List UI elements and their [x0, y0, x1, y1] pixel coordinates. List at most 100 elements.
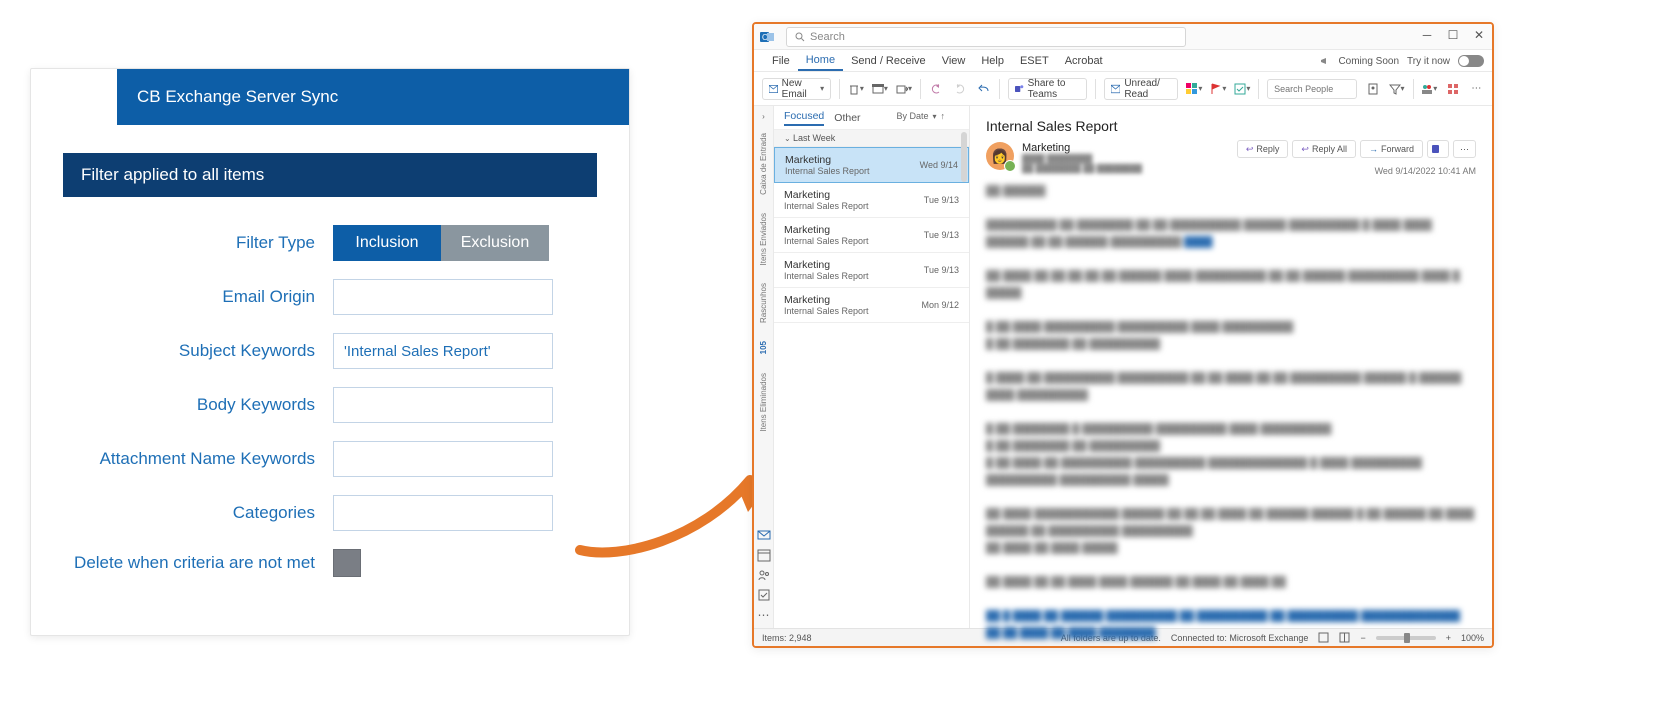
close-button[interactable]: ✕: [1472, 28, 1486, 42]
apps-icon[interactable]: [1445, 79, 1460, 99]
tab-focused[interactable]: Focused: [784, 110, 824, 126]
message-date: Tue 9/13: [924, 230, 959, 240]
menu-home[interactable]: Home: [798, 51, 843, 71]
search-bar[interactable]: Search: [786, 27, 1186, 47]
maximize-button[interactable]: ☐: [1446, 28, 1460, 42]
filter-type-toggle: Inclusion Exclusion: [333, 225, 549, 261]
move-icon[interactable]: ▾: [896, 79, 912, 99]
minimize-button[interactable]: ─: [1420, 28, 1434, 42]
menu-eset[interactable]: ESET: [1012, 52, 1057, 70]
forward-button[interactable]: →Forward: [1360, 140, 1423, 158]
undo-icon[interactable]: [929, 79, 944, 99]
subject-keywords-input[interactable]: [333, 333, 553, 369]
cb-section-header: Filter applied to all items: [63, 153, 597, 197]
list-scrollbar[interactable]: [961, 132, 967, 182]
calendar-nav-icon[interactable]: [757, 548, 771, 562]
email-origin-input[interactable]: [333, 279, 553, 315]
people-view-icon[interactable]: ▾: [1421, 79, 1437, 99]
body-keywords-input[interactable]: [333, 387, 553, 423]
message-item[interactable]: Marketing Internal Sales Report Mon 9/12: [774, 288, 969, 323]
menu-file[interactable]: File: [764, 52, 798, 70]
delete-criteria-checkbox[interactable]: [333, 549, 361, 577]
attachment-keywords-label: Attachment Name Keywords: [63, 449, 333, 469]
message-item[interactable]: Marketing Internal Sales Report Tue 9/13: [774, 253, 969, 288]
sort-direction-icon[interactable]: ↑: [941, 111, 946, 121]
filter-exclusion-button[interactable]: Exclusion: [441, 225, 549, 261]
email-body-redacted: ██ ██████ ██████████ ██ ████████ ██ ██ █…: [986, 183, 1476, 648]
attachment-keywords-input[interactable]: [333, 441, 553, 477]
more-icon[interactable]: ⋯: [1469, 79, 1484, 99]
message-item[interactable]: Marketing Internal Sales Report Tue 9/13: [774, 218, 969, 253]
reply-label: Reply: [1256, 144, 1279, 154]
unread-read-button[interactable]: Unread/ Read: [1104, 78, 1178, 100]
menu-help[interactable]: Help: [973, 52, 1012, 70]
reply-all-label: Reply All: [1312, 144, 1347, 154]
menu-send-receive[interactable]: Send / Receive: [843, 52, 934, 70]
message-date: Tue 9/13: [924, 265, 959, 275]
zoom-slider[interactable]: [1376, 636, 1436, 640]
message-list: Focused Other By Date▾ ↑ ⌄ Last Week Mar…: [774, 106, 970, 628]
categories-label: Categories: [63, 503, 333, 523]
reading-pane: Internal Sales Report 👩 Marketing ████ █…: [970, 106, 1492, 628]
envelope-icon: [1111, 84, 1120, 94]
new-email-label: New Email: [782, 78, 816, 100]
share-teams-button[interactable]: Share to Teams: [1008, 78, 1088, 100]
mail-icon: [769, 84, 778, 94]
outlook-window: O Search ─ ☐ ✕ File Home Send / Receive …: [752, 22, 1494, 648]
sender-avatar: 👩: [986, 142, 1014, 170]
delete-icon[interactable]: ▾: [848, 79, 864, 99]
quick-steps-icon[interactable]: ▾: [1234, 79, 1250, 99]
message-item[interactable]: Marketing Internal Sales Report Wed 9/14: [774, 147, 969, 183]
categorize-icon[interactable]: ▾: [1186, 79, 1202, 99]
nav-more-icon[interactable]: ⋯: [758, 608, 770, 622]
search-people-input[interactable]: [1267, 79, 1357, 99]
body-keywords-label: Body Keywords: [63, 395, 333, 415]
date-group-label: Last Week: [793, 133, 835, 143]
outlook-titlebar: O Search ─ ☐ ✕: [754, 24, 1492, 50]
rail-folder-sent[interactable]: Itens Enviados: [759, 207, 768, 271]
try-it-now-label: Try it now: [1407, 56, 1450, 67]
filter-icon[interactable]: ▾: [1389, 79, 1405, 99]
rail-folder-inbox[interactable]: Caixa de Entrada: [759, 127, 768, 201]
flag-icon[interactable]: ▾: [1210, 79, 1226, 99]
rail-folder-drafts[interactable]: Rascunhos: [759, 277, 768, 329]
reading-from: Marketing: [1022, 142, 1142, 154]
reply-button[interactable]: ↩Reply: [1237, 140, 1289, 158]
reading-more-button[interactable]: ⋯: [1453, 140, 1476, 158]
cb-app-title: CB Exchange Server Sync: [137, 87, 338, 107]
reading-date: Wed 9/14/2022 10:41 AM: [1375, 166, 1476, 176]
sort-button[interactable]: By Date: [896, 111, 928, 121]
tasks-nav-icon[interactable]: [757, 588, 771, 602]
new-email-button[interactable]: New Email ▾: [762, 78, 831, 100]
menu-acrobat[interactable]: Acrobat: [1057, 52, 1111, 70]
tab-other[interactable]: Other: [834, 112, 860, 124]
subject-keywords-label: Subject Keywords: [63, 341, 333, 361]
share-teams-label: Share to Teams: [1028, 78, 1081, 100]
menu-view[interactable]: View: [934, 52, 974, 70]
date-group-header[interactable]: ⌄ Last Week: [774, 130, 969, 147]
reply-all-button[interactable]: ↩Reply All: [1292, 140, 1356, 158]
try-it-now-toggle[interactable]: [1458, 55, 1484, 67]
folder-rail: › Caixa de Entrada Itens Enviados Rascun…: [754, 106, 774, 628]
expand-rail-icon[interactable]: ›: [762, 112, 765, 121]
people-nav-icon[interactable]: [757, 568, 771, 582]
redo-icon[interactable]: [952, 79, 967, 99]
coming-soon-label: Coming Soon: [1338, 56, 1399, 67]
message-date: Tue 9/13: [924, 195, 959, 205]
email-origin-label: Email Origin: [63, 287, 333, 307]
reply-arrow-icon[interactable]: [975, 79, 990, 99]
rail-folder-deleted[interactable]: Itens Eliminados: [759, 367, 768, 438]
arrow-icon: [560, 430, 780, 570]
forward-label: Forward: [1381, 144, 1414, 154]
outlook-menubar: File Home Send / Receive View Help ESET …: [754, 50, 1492, 72]
address-book-icon[interactable]: [1365, 79, 1380, 99]
mail-nav-icon[interactable]: [757, 528, 771, 542]
categories-input[interactable]: [333, 495, 553, 531]
outlook-app-icon: O: [754, 24, 780, 50]
filter-inclusion-button[interactable]: Inclusion: [333, 225, 441, 261]
cb-panel: CB Exchange Server Sync Filter applied t…: [30, 68, 630, 636]
archive-icon[interactable]: ▾: [872, 79, 888, 99]
teams-chat-button[interactable]: [1427, 140, 1449, 158]
message-date: Wed 9/14: [920, 160, 958, 170]
message-item[interactable]: Marketing Internal Sales Report Tue 9/13: [774, 183, 969, 218]
